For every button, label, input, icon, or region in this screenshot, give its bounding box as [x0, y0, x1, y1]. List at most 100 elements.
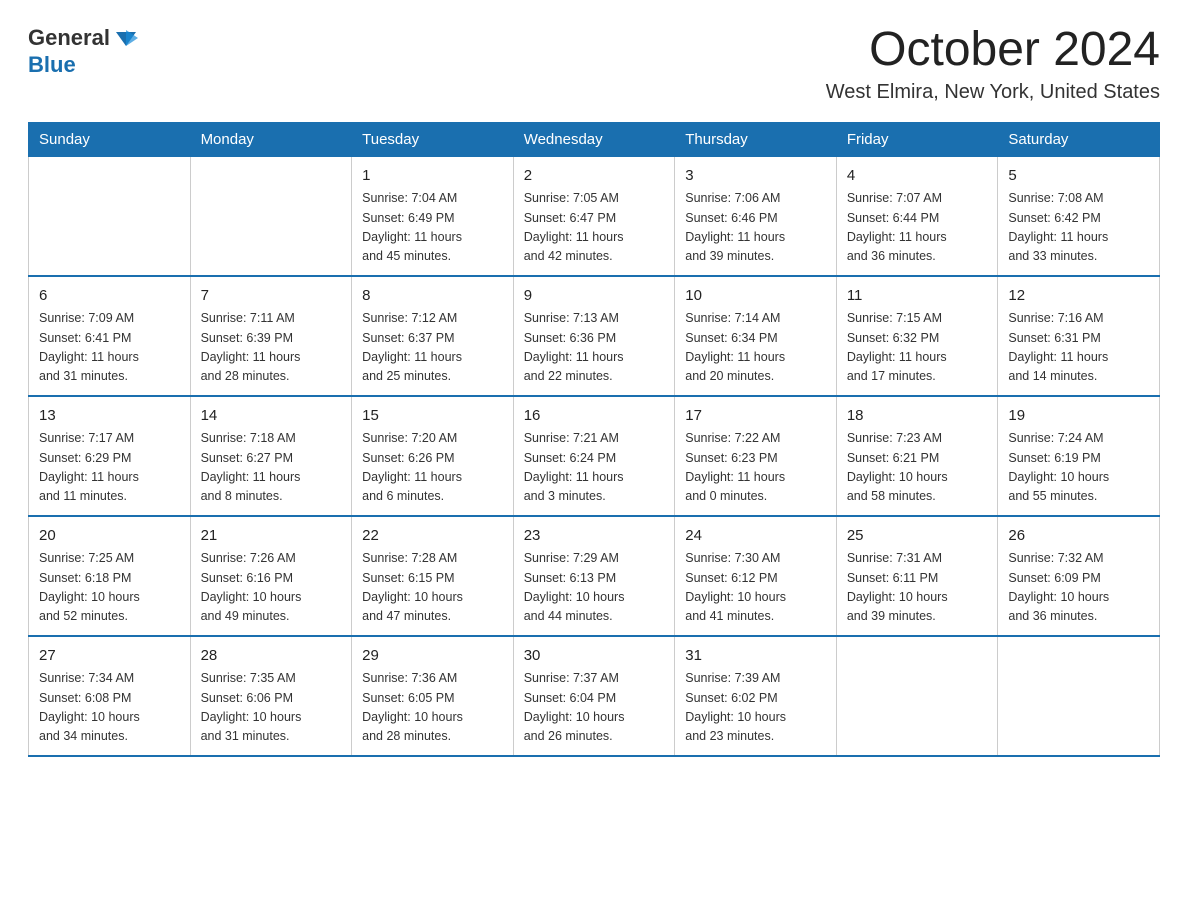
- calendar-cell: 18Sunrise: 7:23 AM Sunset: 6:21 PM Dayli…: [836, 396, 998, 516]
- calendar-cell: 9Sunrise: 7:13 AM Sunset: 6:36 PM Daylig…: [513, 276, 675, 396]
- day-info: Sunrise: 7:34 AM Sunset: 6:08 PM Dayligh…: [39, 669, 180, 747]
- day-number: 3: [685, 165, 826, 188]
- calendar-cell: 6Sunrise: 7:09 AM Sunset: 6:41 PM Daylig…: [29, 276, 191, 396]
- day-info: Sunrise: 7:29 AM Sunset: 6:13 PM Dayligh…: [524, 549, 665, 627]
- calendar-cell: 25Sunrise: 7:31 AM Sunset: 6:11 PM Dayli…: [836, 516, 998, 636]
- calendar-cell: 14Sunrise: 7:18 AM Sunset: 6:27 PM Dayli…: [190, 396, 352, 516]
- day-number: 22: [362, 525, 503, 548]
- calendar-cell: 16Sunrise: 7:21 AM Sunset: 6:24 PM Dayli…: [513, 396, 675, 516]
- day-number: 4: [847, 165, 988, 188]
- calendar-cell: [190, 156, 352, 276]
- day-info: Sunrise: 7:18 AM Sunset: 6:27 PM Dayligh…: [201, 429, 342, 507]
- calendar-cell: 27Sunrise: 7:34 AM Sunset: 6:08 PM Dayli…: [29, 636, 191, 756]
- day-info: Sunrise: 7:22 AM Sunset: 6:23 PM Dayligh…: [685, 429, 826, 507]
- logo-icon: [112, 24, 140, 52]
- calendar-cell: 7Sunrise: 7:11 AM Sunset: 6:39 PM Daylig…: [190, 276, 352, 396]
- day-info: Sunrise: 7:39 AM Sunset: 6:02 PM Dayligh…: [685, 669, 826, 747]
- day-info: Sunrise: 7:16 AM Sunset: 6:31 PM Dayligh…: [1008, 309, 1149, 387]
- calendar-cell: 19Sunrise: 7:24 AM Sunset: 6:19 PM Dayli…: [998, 396, 1160, 516]
- day-number: 7: [201, 285, 342, 308]
- day-info: Sunrise: 7:12 AM Sunset: 6:37 PM Dayligh…: [362, 309, 503, 387]
- calendar-cell: 31Sunrise: 7:39 AM Sunset: 6:02 PM Dayli…: [675, 636, 837, 756]
- day-info: Sunrise: 7:26 AM Sunset: 6:16 PM Dayligh…: [201, 549, 342, 627]
- day-number: 12: [1008, 285, 1149, 308]
- day-info: Sunrise: 7:20 AM Sunset: 6:26 PM Dayligh…: [362, 429, 503, 507]
- day-number: 13: [39, 405, 180, 428]
- header-day-saturday: Saturday: [998, 122, 1160, 156]
- day-info: Sunrise: 7:24 AM Sunset: 6:19 PM Dayligh…: [1008, 429, 1149, 507]
- header-day-tuesday: Tuesday: [352, 122, 514, 156]
- title-section: October 2024 West Elmira, New York, Unit…: [826, 24, 1160, 104]
- calendar-cell: 10Sunrise: 7:14 AM Sunset: 6:34 PM Dayli…: [675, 276, 837, 396]
- day-number: 27: [39, 645, 180, 668]
- calendar-cell: 30Sunrise: 7:37 AM Sunset: 6:04 PM Dayli…: [513, 636, 675, 756]
- day-number: 25: [847, 525, 988, 548]
- calendar-cell: [836, 636, 998, 756]
- calendar-header: SundayMondayTuesdayWednesdayThursdayFrid…: [29, 122, 1160, 156]
- calendar-cell: [29, 156, 191, 276]
- calendar-cell: 29Sunrise: 7:36 AM Sunset: 6:05 PM Dayli…: [352, 636, 514, 756]
- day-number: 6: [39, 285, 180, 308]
- day-info: Sunrise: 7:08 AM Sunset: 6:42 PM Dayligh…: [1008, 189, 1149, 267]
- week-row-1: 1Sunrise: 7:04 AM Sunset: 6:49 PM Daylig…: [29, 156, 1160, 276]
- day-number: 15: [362, 405, 503, 428]
- calendar-cell: 1Sunrise: 7:04 AM Sunset: 6:49 PM Daylig…: [352, 156, 514, 276]
- day-info: Sunrise: 7:28 AM Sunset: 6:15 PM Dayligh…: [362, 549, 503, 627]
- day-number: 24: [685, 525, 826, 548]
- calendar-cell: 15Sunrise: 7:20 AM Sunset: 6:26 PM Dayli…: [352, 396, 514, 516]
- day-info: Sunrise: 7:25 AM Sunset: 6:18 PM Dayligh…: [39, 549, 180, 627]
- day-number: 29: [362, 645, 503, 668]
- calendar-cell: 17Sunrise: 7:22 AM Sunset: 6:23 PM Dayli…: [675, 396, 837, 516]
- day-number: 19: [1008, 405, 1149, 428]
- calendar-cell: 23Sunrise: 7:29 AM Sunset: 6:13 PM Dayli…: [513, 516, 675, 636]
- day-info: Sunrise: 7:35 AM Sunset: 6:06 PM Dayligh…: [201, 669, 342, 747]
- calendar-cell: 21Sunrise: 7:26 AM Sunset: 6:16 PM Dayli…: [190, 516, 352, 636]
- week-row-5: 27Sunrise: 7:34 AM Sunset: 6:08 PM Dayli…: [29, 636, 1160, 756]
- day-number: 11: [847, 285, 988, 308]
- day-number: 28: [201, 645, 342, 668]
- day-number: 21: [201, 525, 342, 548]
- day-info: Sunrise: 7:07 AM Sunset: 6:44 PM Dayligh…: [847, 189, 988, 267]
- logo-text-general: General: [28, 25, 110, 51]
- header-day-thursday: Thursday: [675, 122, 837, 156]
- day-number: 10: [685, 285, 826, 308]
- day-number: 17: [685, 405, 826, 428]
- calendar-cell: 20Sunrise: 7:25 AM Sunset: 6:18 PM Dayli…: [29, 516, 191, 636]
- calendar-cell: [998, 636, 1160, 756]
- day-info: Sunrise: 7:23 AM Sunset: 6:21 PM Dayligh…: [847, 429, 988, 507]
- logo: General Blue: [28, 24, 140, 78]
- header-day-sunday: Sunday: [29, 122, 191, 156]
- calendar-cell: 12Sunrise: 7:16 AM Sunset: 6:31 PM Dayli…: [998, 276, 1160, 396]
- header-day-monday: Monday: [190, 122, 352, 156]
- header-day-friday: Friday: [836, 122, 998, 156]
- day-info: Sunrise: 7:14 AM Sunset: 6:34 PM Dayligh…: [685, 309, 826, 387]
- calendar-cell: 11Sunrise: 7:15 AM Sunset: 6:32 PM Dayli…: [836, 276, 998, 396]
- day-number: 9: [524, 285, 665, 308]
- day-info: Sunrise: 7:30 AM Sunset: 6:12 PM Dayligh…: [685, 549, 826, 627]
- day-info: Sunrise: 7:09 AM Sunset: 6:41 PM Dayligh…: [39, 309, 180, 387]
- header-row: SundayMondayTuesdayWednesdayThursdayFrid…: [29, 122, 1160, 156]
- day-info: Sunrise: 7:17 AM Sunset: 6:29 PM Dayligh…: [39, 429, 180, 507]
- day-number: 20: [39, 525, 180, 548]
- day-info: Sunrise: 7:21 AM Sunset: 6:24 PM Dayligh…: [524, 429, 665, 507]
- calendar-cell: 5Sunrise: 7:08 AM Sunset: 6:42 PM Daylig…: [998, 156, 1160, 276]
- calendar-cell: 22Sunrise: 7:28 AM Sunset: 6:15 PM Dayli…: [352, 516, 514, 636]
- calendar-cell: 24Sunrise: 7:30 AM Sunset: 6:12 PM Dayli…: [675, 516, 837, 636]
- day-info: Sunrise: 7:36 AM Sunset: 6:05 PM Dayligh…: [362, 669, 503, 747]
- day-info: Sunrise: 7:04 AM Sunset: 6:49 PM Dayligh…: [362, 189, 503, 267]
- week-row-2: 6Sunrise: 7:09 AM Sunset: 6:41 PM Daylig…: [29, 276, 1160, 396]
- day-info: Sunrise: 7:05 AM Sunset: 6:47 PM Dayligh…: [524, 189, 665, 267]
- calendar-table: SundayMondayTuesdayWednesdayThursdayFrid…: [28, 122, 1160, 757]
- calendar-cell: 2Sunrise: 7:05 AM Sunset: 6:47 PM Daylig…: [513, 156, 675, 276]
- day-number: 16: [524, 405, 665, 428]
- day-number: 1: [362, 165, 503, 188]
- day-info: Sunrise: 7:13 AM Sunset: 6:36 PM Dayligh…: [524, 309, 665, 387]
- day-number: 30: [524, 645, 665, 668]
- calendar-cell: 4Sunrise: 7:07 AM Sunset: 6:44 PM Daylig…: [836, 156, 998, 276]
- week-row-4: 20Sunrise: 7:25 AM Sunset: 6:18 PM Dayli…: [29, 516, 1160, 636]
- day-info: Sunrise: 7:37 AM Sunset: 6:04 PM Dayligh…: [524, 669, 665, 747]
- logo-text-blue: Blue: [28, 52, 76, 78]
- header-day-wednesday: Wednesday: [513, 122, 675, 156]
- week-row-3: 13Sunrise: 7:17 AM Sunset: 6:29 PM Dayli…: [29, 396, 1160, 516]
- calendar-cell: 8Sunrise: 7:12 AM Sunset: 6:37 PM Daylig…: [352, 276, 514, 396]
